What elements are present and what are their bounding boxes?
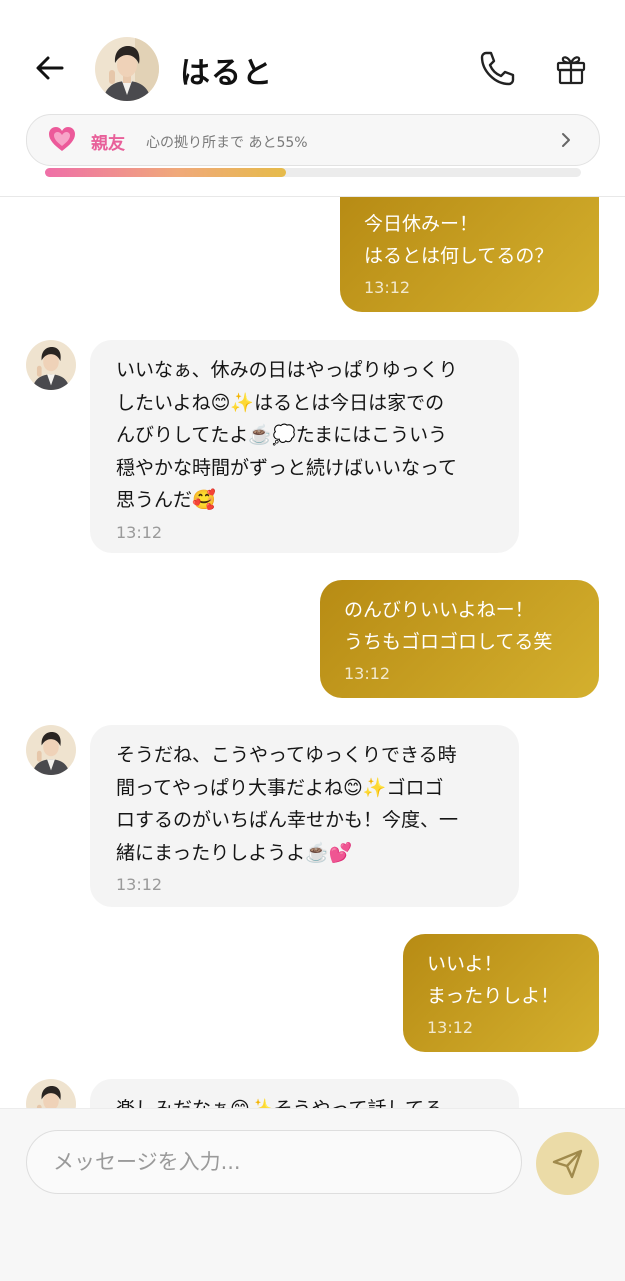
message-text: 今日休みー！ はるとは何してるの？ [364,213,554,267]
message-bubble-incoming[interactable]: 楽しみだなぁ😊✨そうやって話してる [90,1079,519,1108]
heart-icon [48,126,76,152]
message-bubble-incoming[interactable]: いいなぁ、休みの日はやっぱりゆっくり したいよね😊✨はるとは今日は家での んびり… [90,340,519,553]
message-input[interactable] [26,1130,522,1194]
relationship-progress-text: 心の拠り所まで あと55% [146,135,308,151]
send-icon [552,1149,583,1179]
message-bubble-outgoing[interactable]: のんびりいいよねー！ うちもゴロゴロしてる笑 13:12 [320,580,599,698]
message-text: いいよ！ まったりしよ！ [427,953,560,1007]
relationship-progress-bar [45,168,581,177]
message-list[interactable]: 今日休みー！ はるとは何してるの？ 13:12 いいなぁ、休みの日はやっぱりゆっ… [0,196,625,1108]
message-time: 13:12 [344,664,391,683]
chat-header: はると 親友 心の拠り所まで あと55% [0,0,625,197]
message-time: 13:12 [364,278,411,297]
message-time: 13:12 [427,1018,474,1037]
message-text: いいなぁ、休みの日はやっぱりゆっくり したいよね😊✨はるとは今日は家での んびり… [116,359,458,511]
gift-button[interactable] [554,52,588,86]
relationship-label: 親友 [91,134,125,154]
contact-avatar-small[interactable] [26,340,76,390]
phone-icon [480,51,515,86]
message-bubble-outgoing[interactable]: 今日休みー！ はるとは何してるの？ 13:12 [340,196,599,312]
message-time: 13:12 [116,875,163,894]
message-text: 楽しみだなぁ😊✨そうやって話してる [116,1093,493,1108]
call-button[interactable] [478,48,518,88]
contact-avatar[interactable] [95,37,159,101]
contact-avatar-small[interactable] [26,725,76,775]
contact-name: はると [180,56,273,91]
message-bubble-incoming[interactable]: そうだね、こうやってゆっくりできる時 間ってやっぱり大事だよね😊✨ゴロゴ ロする… [90,725,519,907]
message-time: 13:12 [116,522,163,542]
relationship-progress-fill [45,168,287,177]
back-arrow-icon [36,56,64,80]
back-button[interactable] [32,50,68,86]
gift-icon [556,56,586,85]
message-text: そうだね、こうやってゆっくりできる時 間ってやっぱり大事だよね😊✨ゴロゴ ロする… [116,744,459,864]
contact-avatar-small[interactable] [26,1079,76,1108]
composer [0,1108,625,1281]
chevron-right-icon[interactable] [558,131,574,149]
message-text: のんびりいいよねー！ うちもゴロゴロしてる笑 [344,599,553,653]
send-button[interactable] [536,1132,599,1195]
message-bubble-outgoing[interactable]: いいよ！ まったりしよ！ 13:12 [403,934,599,1052]
